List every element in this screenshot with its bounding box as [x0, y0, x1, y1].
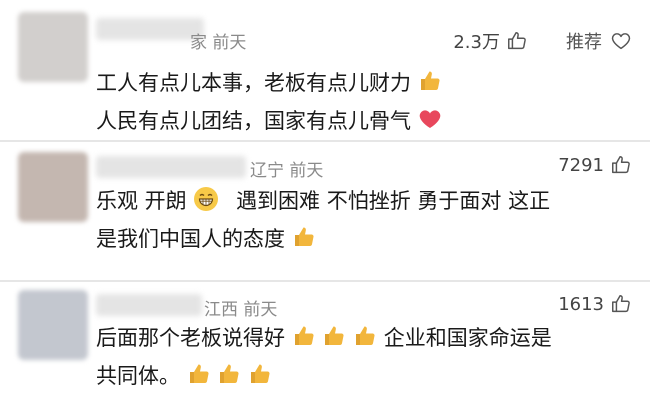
like-button[interactable]: 7291 [558, 154, 632, 176]
like-button[interactable]: 2.3万 [453, 28, 528, 54]
thumb-up-outline-icon [612, 295, 630, 313]
comment-text: 乐观 开朗 遇到困难 不怕挫折 勇于面对 这正 是我们中国人的态度 [96, 182, 636, 258]
comment-item: 江西 前天 1613 后面那个老板说得好 企业和国家命运是 共同体。 [0, 282, 650, 414]
thumbs-up-emoji [356, 326, 375, 345]
red-heart-emoji [419, 110, 440, 128]
comment-line: 工人有点儿本事，老板有点儿财力 [96, 71, 411, 95]
avatar[interactable] [18, 290, 88, 360]
comment-line: 人民有点儿团结，国家有点儿骨气 [96, 109, 411, 133]
thumbs-up-emoji [325, 326, 344, 345]
comment-line: 共同体。 [96, 364, 180, 388]
like-count: 2.3万 [453, 32, 500, 53]
comment-line: 后面那个老板说得好 [96, 326, 285, 350]
like-count: 1613 [558, 293, 604, 315]
thumb-up-outline-icon [612, 156, 630, 174]
avatar[interactable] [18, 152, 88, 222]
username-redacted[interactable] [96, 18, 204, 40]
thumbs-up-emoji [420, 71, 440, 90]
comment-list: 家 前天 2.3万 推荐 工人有点儿本事，老板有点儿财力 人民有点儿团结，国家有… [0, 0, 650, 414]
grinning-face-emoji [194, 187, 219, 211]
like-count: 7291 [558, 154, 604, 176]
avatar[interactable] [18, 12, 88, 82]
thumbs-up-emoji [294, 326, 314, 345]
recommend-button[interactable]: 推荐 [566, 28, 632, 54]
comment-text: 后面那个老板说得好 企业和国家命运是 共同体。 [96, 319, 636, 395]
comment-line: 是我们中国人的态度 [96, 227, 285, 251]
location-time: 家 前天 [190, 33, 247, 53]
comment-line: 遇到困难 不怕挫折 勇于面对 这正 [236, 189, 551, 213]
comment-item: 辽宁 前天 7291 乐观 开朗 遇到困难 不怕挫折 勇于面对 这正 是我们中国… [0, 142, 650, 280]
thumb-up-outline-icon [508, 32, 526, 50]
username-redacted[interactable] [96, 156, 246, 178]
location-time: 江西 前天 [204, 300, 278, 320]
comment-line: 企业和国家命运是 [383, 326, 552, 350]
thumbs-up-emoji [189, 364, 209, 383]
comment-text: 工人有点儿本事，老板有点儿财力 人民有点儿团结，国家有点儿骨气 [96, 64, 636, 140]
username-redacted[interactable] [96, 294, 202, 316]
comment-item: 家 前天 2.3万 推荐 工人有点儿本事，老板有点儿财力 人民有点儿团结，国家有… [0, 0, 650, 140]
thumbs-up-emoji [294, 227, 314, 246]
thumbs-up-emoji [251, 364, 270, 383]
thumbs-up-emoji [220, 364, 239, 383]
like-button[interactable]: 1613 [558, 293, 632, 315]
recommend-label: 推荐 [566, 32, 602, 53]
comment-line: 乐观 开朗 [96, 189, 187, 213]
heart-outline-icon [611, 33, 631, 50]
location-time: 辽宁 前天 [250, 161, 324, 181]
